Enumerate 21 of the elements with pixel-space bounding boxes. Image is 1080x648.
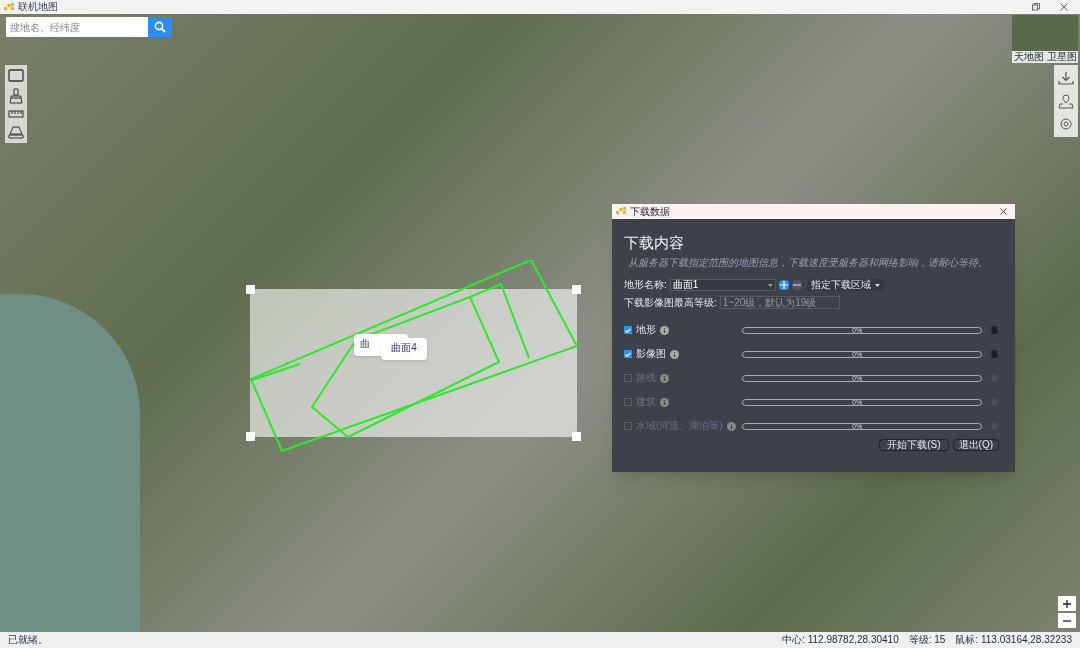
level-label: 下载影像图最高等级: [624, 297, 717, 308]
region-dropdown-button[interactable]: 指定下载区域 [806, 279, 884, 291]
status-mouse: 鼠标: 113.03164,28.32233 [955, 635, 1072, 645]
map-layer-option[interactable]: 卫星图 [1046, 52, 1077, 62]
dialog-description: 从服务器下载指定范围的地图信息，下载速度受服务器和网络影响，请耐心等待。 [627, 258, 989, 268]
terrain-dropdown[interactable]: 曲面1 [669, 279, 776, 291]
start-download-button[interactable]: 开始下载(S) [879, 439, 949, 451]
map-label-popup: 曲面4 [381, 338, 427, 360]
dialog-title: 下载数据 [630, 206, 670, 217]
status-message: 已就绪。 [7, 635, 49, 645]
status-center: 中心: 112.98782,28.30410 [782, 635, 899, 645]
map-layer-option[interactable]: 天地图 [1013, 52, 1044, 62]
layer-label: 影像图 [636, 349, 666, 359]
terrain-label: 地形名称: [624, 280, 667, 290]
window-title: 联机地图 [18, 2, 58, 12]
dialog-heading: 下载内容 [624, 235, 685, 250]
status-zoom-level: 等级: 15 [908, 635, 946, 645]
search-field[interactable]: 搜地名、经纬度 [6, 17, 148, 37]
layer-label: 地形 [636, 325, 656, 335]
level-input[interactable]: 1~20级，默认为19级 [719, 296, 840, 309]
exit-button[interactable]: 退出(Q) [952, 439, 999, 451]
